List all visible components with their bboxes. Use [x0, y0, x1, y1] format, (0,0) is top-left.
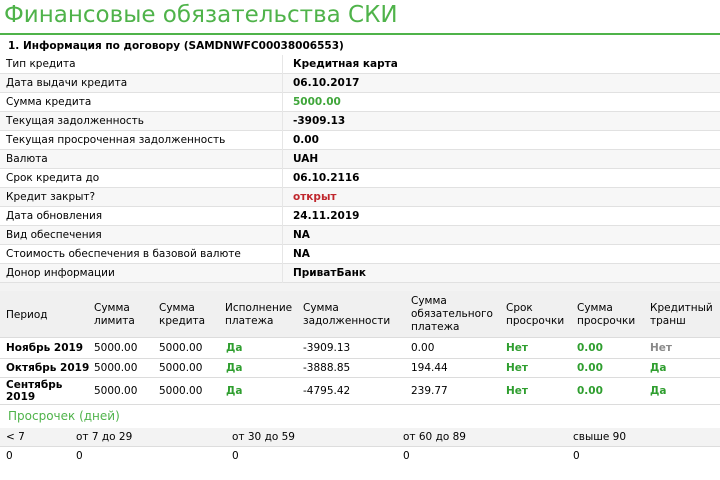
cell-period: Октябрь 2019: [6, 362, 90, 374]
cell-tranche: Нет: [650, 342, 672, 354]
info-label: Дата выдачи кредита: [6, 77, 128, 89]
status-badge: открыт: [293, 191, 337, 203]
table-row: 0 0 0 0 0: [0, 446, 720, 464]
info-row: Дата выдачи кредита 06.10.2017: [0, 74, 720, 93]
cell-mandatory: 194.44: [411, 362, 448, 374]
cell-tranche: Да: [650, 362, 667, 374]
column-header-tranche: Кредитный транш: [650, 302, 713, 327]
title-divider: [0, 33, 720, 35]
info-label: Стоимость обеспечения в базовой валюте: [6, 248, 241, 260]
info-value: UAH: [293, 153, 319, 165]
info-value: 5000.00: [293, 96, 341, 108]
info-value: 06.10.2116: [293, 172, 360, 184]
info-label: Срок кредита до: [6, 172, 100, 184]
cell-mandatory: 239.77: [411, 385, 448, 397]
info-row: Кредит закрыт? открыт: [0, 188, 720, 207]
info-value: 24.11.2019: [293, 210, 360, 222]
info-label: Тип кредита: [6, 58, 76, 70]
table-row: Ноябрь 2019 5000.00 5000.00 Да -3909.13 …: [0, 338, 720, 359]
info-value: Кредитная карта: [293, 58, 398, 70]
overdue-value-30-59: 0: [232, 450, 239, 462]
info-value: 06.10.2017: [293, 77, 360, 89]
info-value: NA: [293, 229, 310, 241]
column-header-mandatory: Сумма обязательного платежа: [411, 295, 493, 333]
info-label: Кредит закрыт?: [6, 191, 96, 203]
overdue-header-30-59: от 30 до 59: [232, 431, 295, 443]
cell-overdue-term: Нет: [506, 362, 528, 374]
overdue-header-7-29: от 7 до 29: [76, 431, 133, 443]
info-value: ПриватБанк: [293, 267, 366, 279]
cell-tranche: Да: [650, 385, 667, 397]
info-value: -3909.13: [293, 115, 346, 127]
cell-overdue-sum: 0.00: [577, 342, 603, 354]
info-row: Текущая задолженность -3909.13: [0, 112, 720, 131]
column-header-payment: Исполнение платежа: [225, 302, 293, 327]
info-label: Вид обеспечения: [6, 229, 102, 241]
info-row: Дата обновления 24.11.2019: [0, 207, 720, 226]
cell-payment: Да: [226, 362, 243, 374]
info-row: Текущая просроченная задолженность 0.00: [0, 131, 720, 150]
cell-mandatory: 0.00: [411, 342, 435, 354]
cell-debt: -3888.85: [303, 362, 351, 374]
cell-credit: 5000.00: [159, 385, 203, 397]
info-row: Срок кредита до 06.10.2116: [0, 169, 720, 188]
history-table-header: Период Сумма лимита Сумма кредита Исполн…: [0, 291, 720, 338]
cell-credit: 5000.00: [159, 342, 203, 354]
cell-debt: -3909.13: [303, 342, 351, 354]
info-label: Текущая просроченная задолженность: [6, 134, 226, 146]
overdue-header-60-89: от 60 до 89: [403, 431, 466, 443]
cell-limit: 5000.00: [94, 362, 138, 374]
overdue-value-gt90: 0: [573, 450, 580, 462]
contract-info-table: Тип кредита Кредитная карта Дата выдачи к…: [0, 55, 720, 283]
info-row: Стоимость обеспечения в базовой валюте NA: [0, 245, 720, 264]
info-row: Сумма кредита 5000.00: [0, 93, 720, 112]
cell-payment: Да: [226, 385, 243, 397]
table-row: Октябрь 2019 5000.00 5000.00 Да -3888.85…: [0, 359, 720, 378]
overdue-table-header: < 7 от 7 до 29 от 30 до 59 от 60 до 89 с…: [0, 428, 720, 446]
column-header-limit: Сумма лимита: [94, 302, 135, 327]
section-title: 1. Информация по договору (SAMDNWFC00038…: [8, 40, 344, 52]
info-row: Тип кредита Кредитная карта: [0, 55, 720, 74]
info-value: NA: [293, 248, 310, 260]
cell-overdue-sum: 0.00: [577, 385, 603, 397]
overdue-value-60-89: 0: [403, 450, 410, 462]
cell-period: Ноябрь 2019: [6, 342, 84, 354]
overdue-value-7-29: 0: [76, 450, 83, 462]
info-label: Дата обновления: [6, 210, 103, 222]
info-row: Донор информации ПриватБанк: [0, 264, 720, 283]
cell-limit: 5000.00: [94, 342, 138, 354]
info-label: Текущая задолженность: [6, 115, 144, 127]
overdue-value-lt7: 0: [6, 450, 13, 462]
cell-overdue-term: Нет: [506, 342, 528, 354]
cell-overdue-term: Нет: [506, 385, 528, 397]
column-header-credit: Сумма кредита: [159, 302, 206, 327]
cell-limit: 5000.00: [94, 385, 138, 397]
column-header-debt: Сумма задолженности: [303, 302, 391, 327]
info-label: Донор информации: [6, 267, 115, 279]
page-title: Финансовые обязательства СКИ: [4, 2, 398, 28]
cell-debt: -4795.42: [303, 385, 351, 397]
info-label: Сумма кредита: [6, 96, 92, 108]
cell-overdue-sum: 0.00: [577, 362, 603, 374]
column-header-overdue-term: Срок просрочки: [506, 302, 565, 327]
cell-payment: Да: [226, 342, 243, 354]
info-value: 0.00: [293, 134, 319, 146]
column-header-period: Период: [6, 309, 48, 321]
overdue-header-lt7: < 7: [6, 431, 25, 443]
info-row: Вид обеспечения NA: [0, 226, 720, 245]
cell-period: Сентябрь 2019: [6, 379, 63, 403]
overdue-header-gt90: свыше 90: [573, 431, 627, 443]
info-row: Валюта UAH: [0, 150, 720, 169]
section-spacer: [0, 283, 720, 291]
overdue-section-title: Просрочек (дней): [8, 409, 120, 423]
table-row: Сентябрь 2019 5000.00 5000.00 Да -4795.4…: [0, 378, 720, 405]
info-label: Валюта: [6, 153, 48, 165]
cell-credit: 5000.00: [159, 362, 203, 374]
column-header-overdue-sum: Сумма просрочки: [577, 302, 636, 327]
